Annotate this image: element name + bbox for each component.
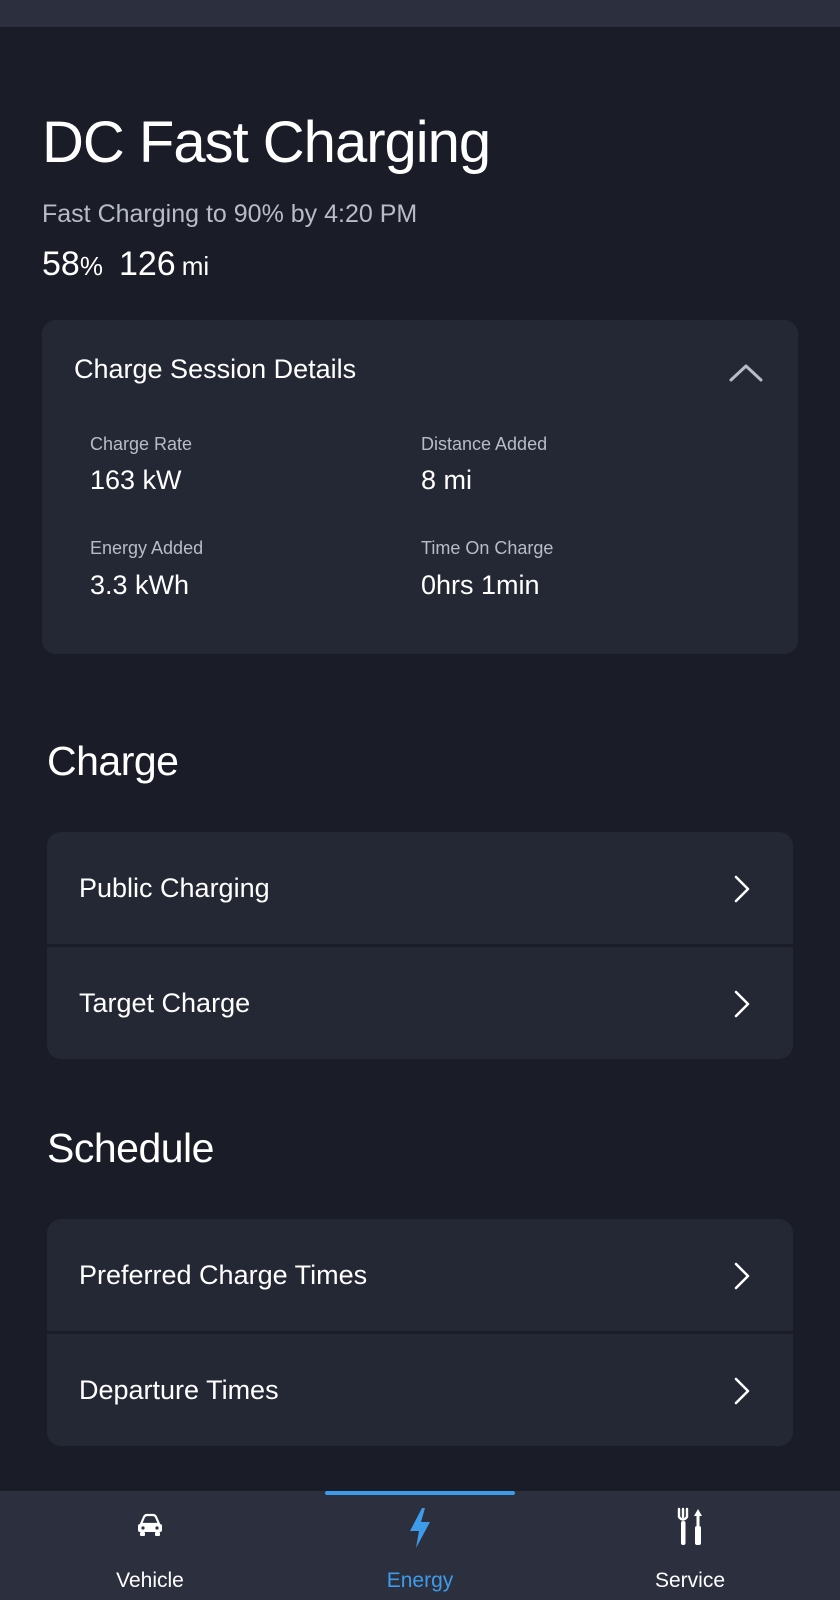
chevron-right-icon <box>734 1262 750 1290</box>
charge-session-details-card: Charge Session Details Charge Rate 163 k… <box>42 320 798 654</box>
energy-added-label: Energy Added <box>90 538 204 558</box>
status-bar <box>0 0 840 27</box>
preferred-charge-times-row[interactable]: Preferred Charge Times <box>47 1219 793 1331</box>
tools-icon <box>677 1507 702 1545</box>
nav-label-service: Service <box>654 1569 726 1592</box>
charge-section-title: Charge <box>47 738 179 784</box>
battery-percent-unit: % <box>79 251 103 281</box>
battery-percent-value: 58 <box>42 245 80 283</box>
car-icon <box>138 1513 162 1536</box>
chevron-right-icon <box>734 1377 750 1405</box>
charge-rate-label: Charge Rate <box>90 434 193 454</box>
lightning-bolt-icon <box>410 1508 430 1548</box>
distance-added-label: Distance Added <box>421 434 548 454</box>
nav-label-energy: Energy <box>386 1569 454 1592</box>
charging-status-text: Fast Charging to 90% by 4:20 PM <box>42 200 418 228</box>
charge-rate-value: 163 kW <box>90 465 182 495</box>
chevron-right-icon <box>734 875 750 903</box>
target-charge-label: Target Charge <box>79 987 251 1018</box>
time-on-charge-label: Time On Charge <box>421 538 554 558</box>
distance-added-value: 8 mi <box>421 465 473 495</box>
public-charging-label: Public Charging <box>79 872 270 903</box>
charge-session-details-title: Charge Session Details <box>74 354 357 384</box>
schedule-options-list: Preferred Charge Times Departure Times <box>47 1219 793 1446</box>
nav-tab-vehicle[interactable]: Vehicle <box>40 1491 260 1600</box>
nav-label-vehicle: Vehicle <box>116 1569 184 1592</box>
charge-options-list: Public Charging Target Charge <box>47 832 793 1059</box>
nav-tab-energy[interactable]: Energy <box>310 1491 530 1600</box>
battery-summary: 58% 126 mi <box>42 242 209 288</box>
time-on-charge-value: 0hrs 1min <box>421 570 540 600</box>
departure-times-row[interactable]: Departure Times <box>47 1334 793 1446</box>
range-value: 126 <box>118 245 176 283</box>
public-charging-row[interactable]: Public Charging <box>47 832 793 944</box>
preferred-charge-times-label: Preferred Charge Times <box>79 1259 368 1290</box>
page-title: DC Fast Charging <box>42 110 491 175</box>
nav-tab-service[interactable]: Service <box>580 1491 800 1600</box>
target-charge-row[interactable]: Target Charge <box>47 947 793 1059</box>
departure-times-label: Departure Times <box>79 1374 279 1405</box>
schedule-section-title: Schedule <box>47 1125 214 1171</box>
chevron-right-icon <box>734 990 750 1018</box>
chevron-up-icon[interactable] <box>728 360 764 384</box>
range-unit: mi <box>181 251 210 281</box>
energy-added-value: 3.3 kWh <box>90 570 190 600</box>
energy-screen: DC Fast Charging Fast Charging to 90% by… <box>0 0 840 1600</box>
